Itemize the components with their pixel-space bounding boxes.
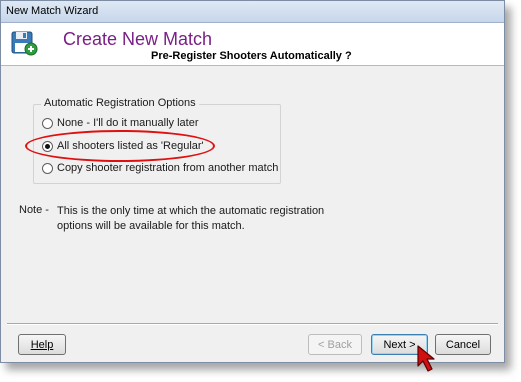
- floppy-disk-plus-icon: [11, 31, 38, 56]
- next-button-label: Next >: [383, 338, 416, 351]
- button-divider: [7, 323, 498, 325]
- cancel-button[interactable]: Cancel: [435, 334, 491, 355]
- back-button[interactable]: < Back: [308, 334, 362, 355]
- back-button-label: < Back: [318, 338, 352, 351]
- page-subtitle: Pre-Register Shooters Automatically ?: [151, 50, 352, 62]
- radio-button[interactable]: [42, 162, 53, 174]
- radio-label: None - I'll do it manually later: [57, 117, 199, 129]
- radio-option-copy[interactable]: Copy shooter registration from another m…: [42, 161, 278, 175]
- wizard-header: Create New Match Pre-Register Shooters A…: [1, 23, 504, 66]
- highlight-annotation: [25, 130, 215, 162]
- page-title: Create New Match: [63, 29, 213, 49]
- radio-label: Copy shooter registration from another m…: [57, 162, 279, 174]
- arrow-pointer-icon: [417, 345, 435, 372]
- note-line-2: options will be available for this match…: [57, 220, 245, 232]
- radio-option-none[interactable]: None - I'll do it manually later: [42, 116, 199, 130]
- cancel-button-label: Cancel: [445, 338, 481, 351]
- note-label: Note -: [19, 204, 49, 216]
- window-title: New Match Wizard: [6, 5, 99, 17]
- wizard-window: New Match Wizard Create New Match Pre-Re…: [0, 0, 505, 363]
- title-bar: New Match Wizard: [1, 1, 504, 23]
- group-legend: Automatic Registration Options: [41, 97, 199, 109]
- help-button[interactable]: Help: [18, 334, 66, 355]
- help-button-label: Help: [30, 338, 54, 351]
- note-text: This is the only time at which the autom…: [57, 204, 337, 234]
- note-line-1: This is the only time at which the autom…: [57, 205, 325, 217]
- radio-button[interactable]: [42, 117, 53, 129]
